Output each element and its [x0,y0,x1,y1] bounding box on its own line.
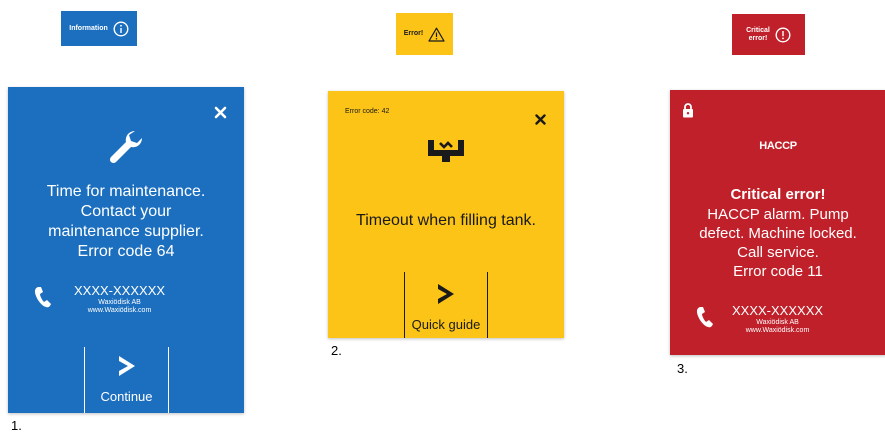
critical-badge-label: Critical error! [746,26,770,42]
phone-number: XXXX-XXXXXX [74,283,166,298]
caption-2: 2. [331,343,342,358]
phone-icon [696,306,714,333]
caption-1: 1. [11,418,22,433]
quick-guide-button[interactable]: Quick guide [404,272,488,338]
error-code-label: Error code: 42 [345,108,390,115]
close-button[interactable] [214,104,227,122]
continue-button[interactable]: Continue [84,347,169,413]
timeout-message: Timeout when filling tank. [356,212,536,229]
tank-fill-icon [426,138,466,169]
critical-badge: Critical error! [732,14,805,55]
close-button[interactable] [535,110,546,128]
error-badge-label: Error! [403,30,424,38]
phone-number: XXXX-XXXXXX [732,303,824,318]
close-icon [214,106,227,119]
contact-info: XXXX-XXXXXX Waxiödisk AB www.Waxiödisk.c… [696,303,824,335]
critical-message: HACCP alarm. Pump defect. Machine locked… [699,206,857,281]
continue-label: Continue [100,389,153,404]
maintenance-message: Time for maintenance. Contact your maint… [46,183,206,260]
wrench-icon [106,127,146,172]
critical-error-dialog: HACCP Critical error! HACCP alarm. Pump … [670,90,885,355]
exclamation-circle-icon [775,26,791,43]
contact-info: XXXX-XXXXXX Waxiödisk AB www.Waxiödisk.c… [34,283,166,315]
critical-title: Critical error! [730,186,826,203]
information-badge-label: Information [69,24,108,32]
timeout-dialog: Error code: 42 Timeout when filling tank… [328,91,564,338]
warning-triangle-icon [428,27,445,42]
lock-icon [682,103,694,123]
quick-guide-label: Quick guide [411,317,481,332]
company-name: Waxiödisk AB [756,318,799,326]
maintenance-dialog: Time for maintenance. Contact your maint… [8,87,244,413]
website-link[interactable]: www.Waxiödisk.com [732,327,823,335]
chevron-right-icon [435,282,457,311]
website-link[interactable]: www.Waxiödisk.com [74,307,165,315]
close-icon [535,114,546,125]
chevron-right-icon [116,354,138,383]
info-icon [113,20,129,37]
information-badge: Information [61,11,137,46]
error-badge: Error! [396,13,453,55]
caption-3: 3. [677,361,688,376]
company-name: Waxiödisk AB [98,298,141,306]
haccp-logo: HACCP [759,140,797,152]
phone-icon [34,286,52,313]
